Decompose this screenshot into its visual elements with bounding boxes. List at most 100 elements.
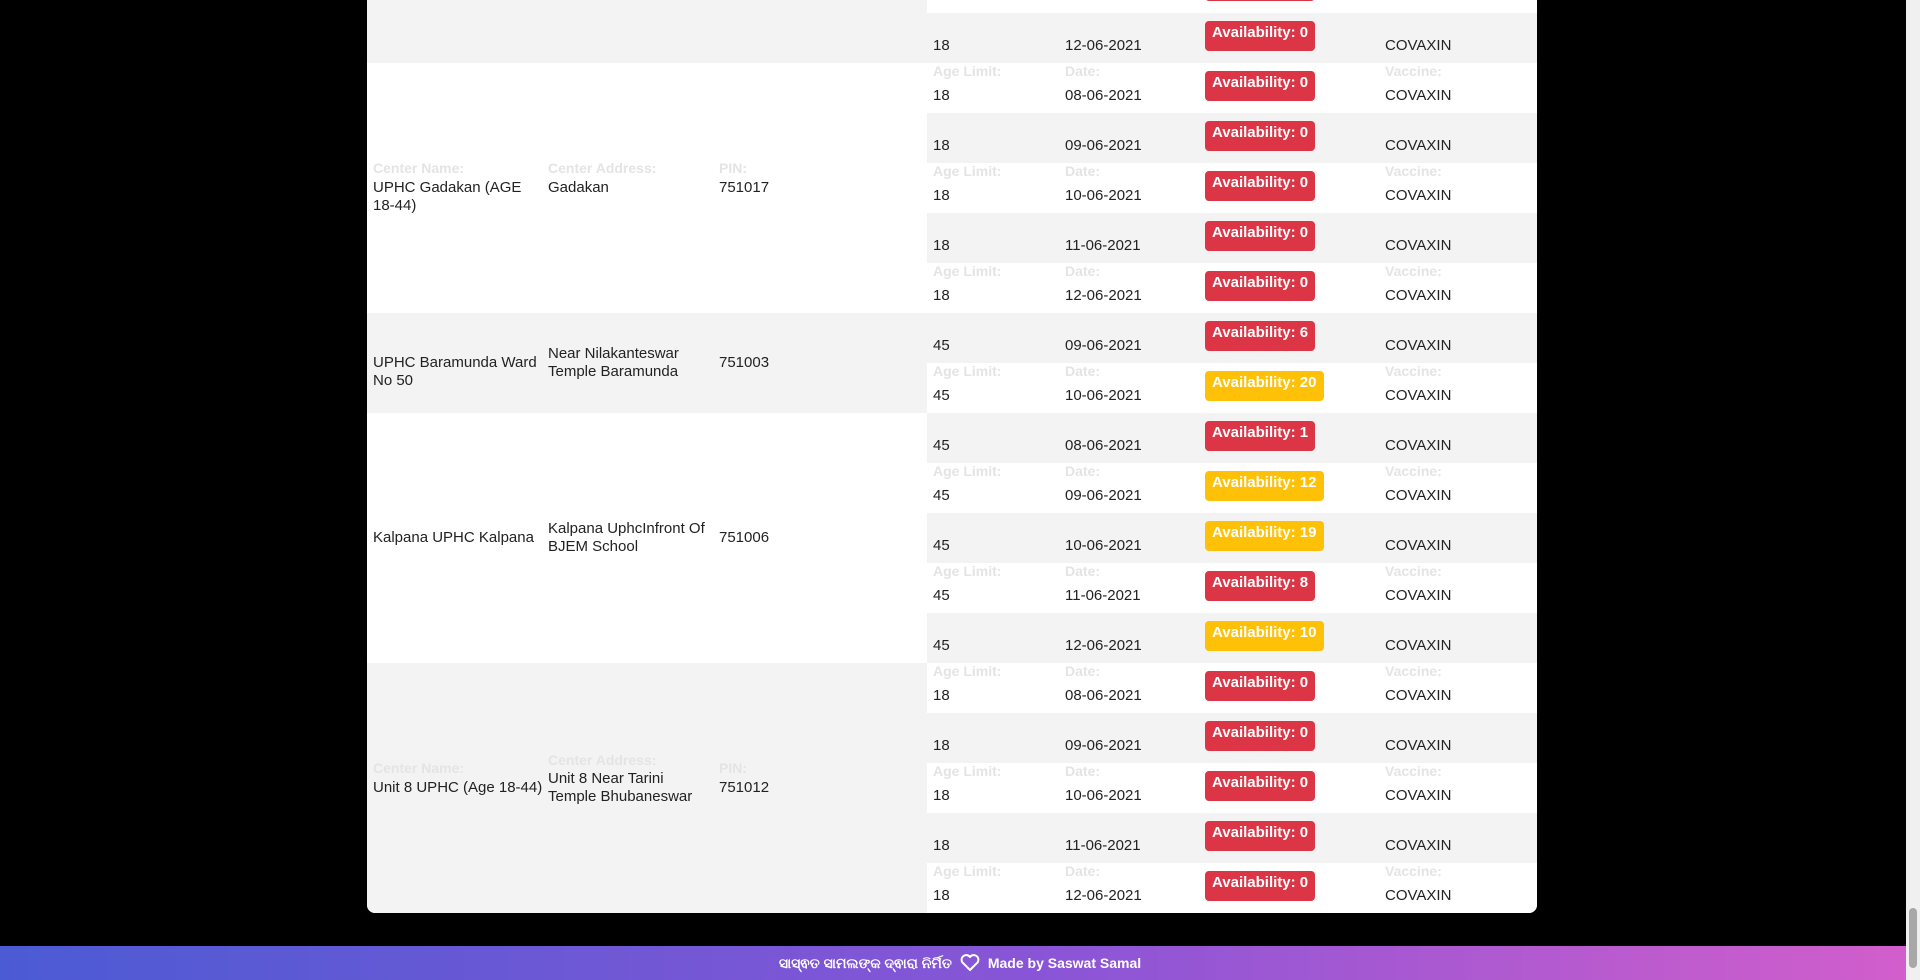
session-row: 18 12-06-2021 Availability: 0 COVAXIN — [927, 13, 1537, 63]
vaccine-value: COVAXIN — [1385, 87, 1452, 104]
date-label: Date: — [1065, 163, 1101, 179]
vaccine-value: COVAXIN — [1385, 587, 1452, 604]
footer-made-by: Made by Saswat Samal — [987, 955, 1142, 971]
date-value: 11-06-2021 — [1065, 837, 1141, 854]
heart-icon — [960, 954, 980, 972]
center-row: Kalpana UPHC Kalpana Kalpana UphcInfront … — [367, 413, 927, 663]
date-label: Date: — [1065, 63, 1101, 79]
date-value: 09-06-2021 — [1065, 487, 1142, 504]
date-value: 09-06-2021 — [1065, 337, 1142, 354]
date-value: 10-06-2021 — [1065, 537, 1142, 554]
centers-table: 18 11-06-2021 Availability: 0 COVAXIN 18 12-0… — [367, 0, 1537, 913]
page-scrollbar[interactable] — [1906, 0, 1920, 980]
age-limit-label: Age Limit: — [933, 663, 1002, 679]
center-address-label: Center Address: — [548, 160, 657, 176]
age-limit-value: 45 — [933, 387, 950, 404]
date-label: Date: — [1065, 763, 1101, 779]
session-row: 18 11-06-2021 Availability: 0 COVAXIN — [927, 813, 1537, 863]
availability-badge: Availability: 0 — [1205, 221, 1316, 251]
footer-odia-text: ସାସ୍ଵତ ସାମଲଙ୍କ ଦ୍ଵାରା ନିର୍ମିତ — [778, 954, 952, 971]
age-limit-value: 45 — [933, 637, 950, 654]
availability-badge: Availability: 0 — [1205, 271, 1316, 301]
availability-badge: Availability: 0 — [1205, 121, 1316, 151]
center-name: UPHC Baramunda Ward No 50 — [373, 354, 537, 389]
vaccine-value: COVAXIN — [1385, 387, 1452, 404]
center-row: Center Name: Center Address: PIN: Unit 8 UP… — [367, 663, 927, 913]
vaccine-value: COVAXIN — [1385, 737, 1452, 754]
session-row: Age Limit: Date: Vaccine: 18 12-06-2021 Avail… — [927, 263, 1537, 313]
date-value: 12-06-2021 — [1065, 37, 1142, 54]
pin-label: PIN: — [719, 160, 747, 176]
pin-label: PIN: — [719, 760, 747, 776]
vaccine-value: COVAXIN — [1385, 487, 1452, 504]
age-limit-value: 18 — [933, 737, 950, 754]
age-limit-value: 18 — [933, 887, 950, 904]
age-limit-value: 18 — [933, 787, 950, 804]
session-row: Age Limit: Date: Vaccine: 45 10-06-2021 Avail… — [927, 363, 1537, 413]
availability-badge: Availability: 0 — [1205, 0, 1316, 1]
availability-badge: Availability: 0 — [1205, 171, 1316, 201]
date-value: 12-06-2021 — [1065, 637, 1142, 654]
age-limit-value: 18 — [933, 87, 950, 104]
availability-badge: Availability: 0 — [1205, 71, 1316, 101]
availability-badge: Availability: 6 — [1205, 321, 1316, 351]
availability-badge: Availability: 0 — [1205, 21, 1316, 51]
session-row: 45 12-06-2021 Availability: 10 COVAXIN — [927, 613, 1537, 663]
session-row: 18 09-06-2021 Availability: 0 COVAXIN — [927, 113, 1537, 163]
session-row: Age Limit: Date: Vaccine: 45 09-06-2021 Avail… — [927, 463, 1537, 513]
date-label: Date: — [1065, 463, 1101, 479]
availability-badge: Availability: 12 — [1205, 471, 1324, 501]
date-value: 12-06-2021 — [1065, 287, 1142, 304]
vaccine-value: COVAXIN — [1385, 437, 1452, 454]
date-value: 09-06-2021 — [1065, 737, 1142, 754]
age-limit-value: 18 — [933, 237, 950, 254]
center-address: Gadakan — [548, 179, 609, 196]
vaccine-label: Vaccine: — [1385, 163, 1442, 179]
date-label: Date: — [1065, 563, 1101, 579]
age-limit-value: 45 — [933, 587, 950, 604]
availability-badge: Availability: 0 — [1205, 771, 1316, 801]
date-value: 12-06-2021 — [1065, 887, 1142, 904]
date-value: 09-06-2021 — [1065, 137, 1142, 154]
center-address-label: Center Address: — [548, 752, 657, 768]
date-value: 11-06-2021 — [1065, 0, 1141, 4]
center-pin: 751006 — [719, 529, 770, 546]
availability-badge: Availability: 1 — [1205, 421, 1316, 451]
vaccine-label: Vaccine: — [1385, 63, 1442, 79]
session-row: 18 09-06-2021 Availability: 0 COVAXIN — [927, 713, 1537, 763]
vaccine-value: COVAXIN — [1385, 237, 1452, 254]
date-label: Date: — [1065, 663, 1101, 679]
age-limit-label: Age Limit: — [933, 63, 1002, 79]
vaccine-value: COVAXIN — [1385, 137, 1452, 154]
center-address: Unit 8 Near Tarini Temple Bhubaneswar — [548, 770, 693, 805]
vaccine-value: COVAXIN — [1385, 287, 1452, 304]
vaccine-value: COVAXIN — [1385, 537, 1452, 554]
scrollbar-thumb[interactable] — [1909, 908, 1917, 968]
age-limit-value: 18 — [933, 287, 950, 304]
date-label: Date: — [1065, 863, 1101, 879]
center-name-label: Center Name: — [373, 760, 465, 776]
date-value: 11-06-2021 — [1065, 587, 1141, 604]
age-limit-value: 18 — [933, 687, 950, 704]
center-name: UPHC Gadakan (AGE 18-44) — [373, 179, 522, 214]
session-row: 45 08-06-2021 Availability: 1 COVAXIN — [927, 413, 1537, 463]
vaccine-label: Vaccine: — [1385, 663, 1442, 679]
vaccine-label: Vaccine: — [1385, 763, 1442, 779]
vaccine-value: COVAXIN — [1385, 37, 1452, 54]
availability-badge: Availability: 0 — [1205, 721, 1316, 751]
age-limit-value: 18 — [933, 37, 950, 54]
center-name: Kalpana UPHC Kalpana — [373, 529, 534, 546]
vaccine-value: COVAXIN — [1385, 787, 1452, 804]
table-row — [367, 0, 927, 63]
vaccine-label: Vaccine: — [1385, 863, 1442, 879]
session-row: 18 11-06-2021 Availability: 0 COVAXIN — [927, 0, 1537, 13]
availability-badge: Availability: 20 — [1205, 371, 1324, 401]
session-row: Age Limit: Date: Vaccine: 18 08-06-2021 Avail… — [927, 663, 1537, 713]
vaccine-value: COVAXIN — [1385, 337, 1452, 354]
session-row: Age Limit: Date: Vaccine: 18 10-06-2021 Avail… — [927, 763, 1537, 813]
center-pin: 751012 — [719, 779, 770, 796]
center-pin: 751003 — [719, 354, 770, 371]
date-value: 08-06-2021 — [1065, 687, 1142, 704]
vaccine-label: Vaccine: — [1385, 263, 1442, 279]
center-address: Kalpana UphcInfront Of BJEM School — [548, 520, 705, 555]
